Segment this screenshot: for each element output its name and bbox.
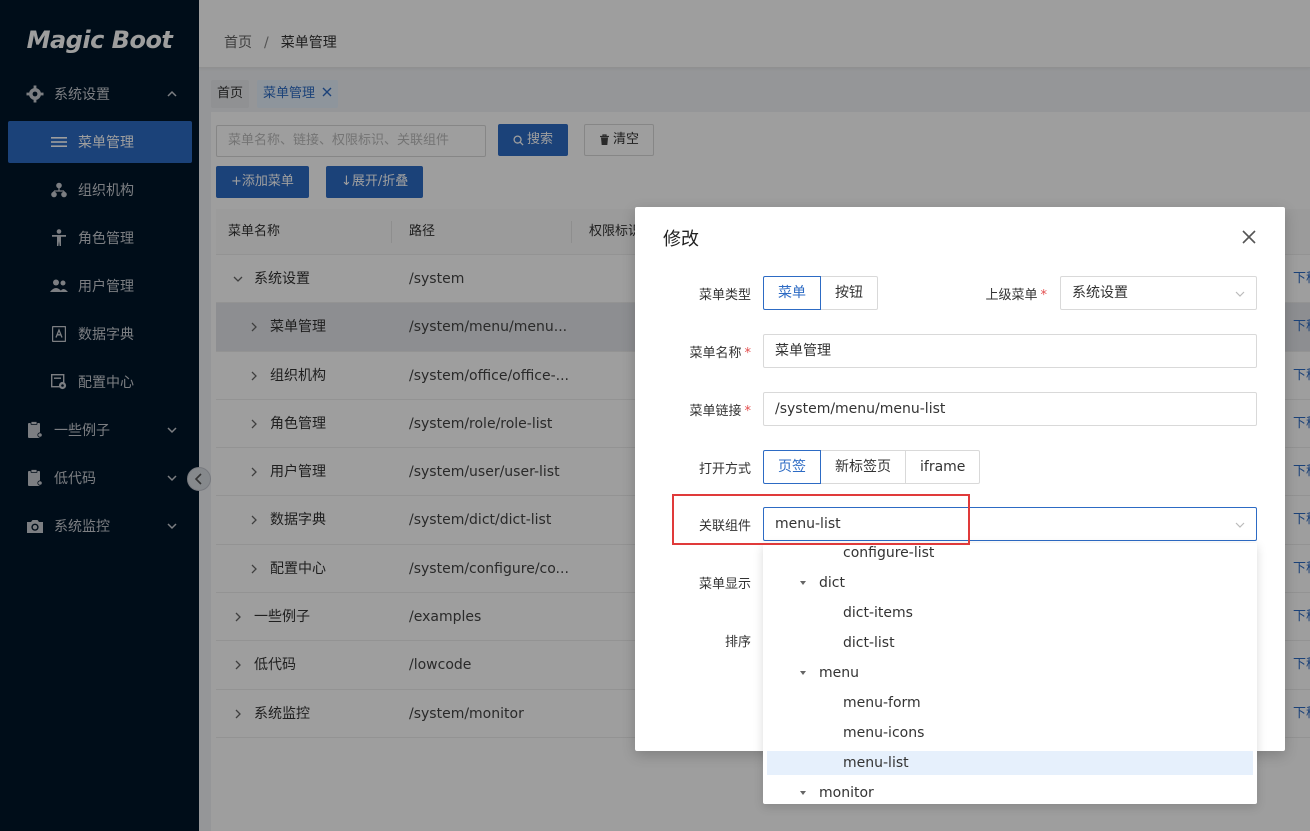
dropdown-item[interactable]: dict-list <box>767 631 1253 655</box>
menu-name-label: 菜单名称 * <box>689 346 751 361</box>
label-text: 上级菜单 <box>985 288 1038 303</box>
dropdown-group-label: monitor <box>819 785 874 801</box>
component-label: 关联组件 <box>651 515 751 534</box>
dropdown-group[interactable]: menu <box>767 661 1253 685</box>
dropdown-item[interactable]: menu-form <box>767 691 1253 715</box>
menu-link-input[interactable]: /system/menu/menu-list <box>763 392 1257 426</box>
menu-type-option-menu[interactable]: 菜单 <box>763 276 821 310</box>
open-mode-radio-group: 页签 新标签页 iframe <box>763 450 981 484</box>
menu-type-radio-group: 菜单 按钮 <box>763 276 878 310</box>
label-text: 打开方式 <box>698 462 751 477</box>
dropdown-group-label: dict <box>819 575 845 591</box>
component-dropdown: configure-list dict dict-items dict-list… <box>763 543 1257 804</box>
label-text: 菜单名称 <box>689 346 742 361</box>
label-text: 菜单类型 <box>698 288 751 303</box>
dropdown-group[interactable]: dict <box>767 571 1253 595</box>
dropdown-item[interactable]: dict-items <box>767 601 1253 625</box>
chevron-down-icon <box>1235 522 1245 528</box>
label-text: 排序 <box>724 635 751 650</box>
parent-menu-label: 上级菜单 * <box>985 288 1047 303</box>
dropdown-group-label: menu <box>819 665 859 681</box>
dropdown-item[interactable]: menu-icons <box>767 721 1253 745</box>
menu-display-label: 菜单显示 <box>651 573 751 592</box>
menu-link-label: 菜单链接 * <box>689 404 751 419</box>
open-mode-label: 打开方式 <box>651 458 751 477</box>
label-text: 关联组件 <box>698 519 751 534</box>
caret-down-icon <box>800 671 806 675</box>
component-value: menu-list <box>775 516 841 532</box>
menu-type-label: 菜单类型 <box>651 284 751 303</box>
caret-down-icon <box>800 791 806 795</box>
sort-label: 排序 <box>651 631 751 650</box>
dialog-title: 修改 <box>663 229 699 250</box>
label-text: 菜单链接 <box>689 404 742 419</box>
component-select[interactable]: menu-list <box>763 507 1257 541</box>
dropdown-item[interactable]: configure-list <box>767 543 1253 565</box>
open-mode-option-tab[interactable]: 页签 <box>763 450 821 484</box>
caret-down-icon <box>800 581 806 585</box>
menu-name-input[interactable]: 菜单管理 <box>763 334 1257 368</box>
dropdown-item-selected[interactable]: menu-list <box>767 751 1253 775</box>
open-mode-option-iframe[interactable]: iframe <box>905 450 981 484</box>
menu-type-option-button[interactable]: 按钮 <box>820 276 878 310</box>
chevron-down-icon <box>1235 291 1245 297</box>
close-icon[interactable] <box>1241 229 1257 245</box>
dropdown-group[interactable]: monitor <box>767 781 1253 804</box>
parent-menu-select[interactable]: 系统设置 <box>1060 276 1257 310</box>
open-mode-option-new-tab[interactable]: 新标签页 <box>820 450 906 484</box>
parent-menu-value: 系统设置 <box>1072 285 1128 301</box>
label-text: 菜单显示 <box>698 577 751 592</box>
